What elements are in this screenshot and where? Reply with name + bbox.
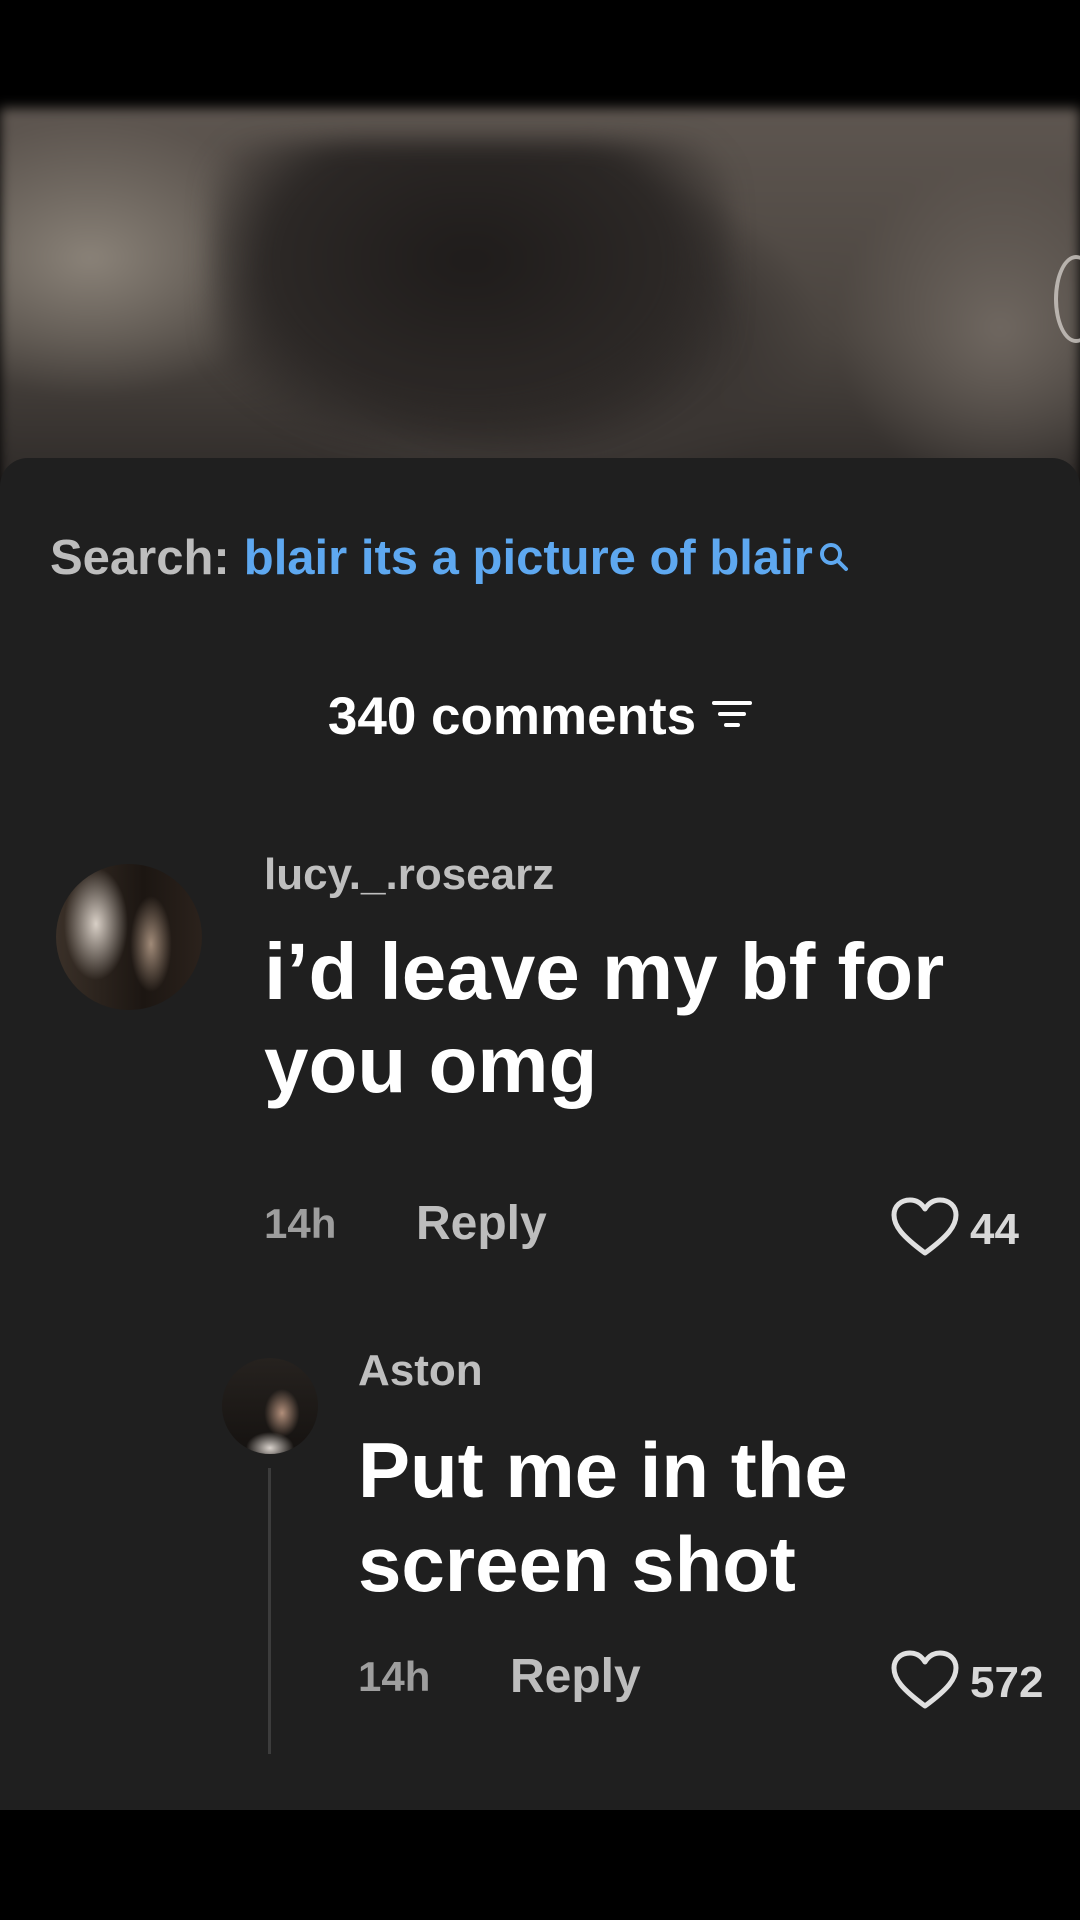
avatar[interactable]: [56, 864, 202, 1010]
comment-username[interactable]: lucy._.rosearz: [264, 850, 554, 900]
bottom-bar: [0, 1810, 1080, 1920]
thread-line: [268, 1468, 271, 1754]
search-suggestion[interactable]: Search: blair its a picture of blair: [50, 530, 851, 586]
heart-icon[interactable]: [890, 1649, 960, 1716]
comment-text-line: Put me in the: [358, 1426, 848, 1514]
comment-text-line: screen shot: [358, 1519, 796, 1608]
comments-header: 340 comments: [0, 686, 1080, 747]
comments-sheet: Search: blair its a picture of blair 340…: [0, 458, 1080, 1810]
comment-count: 340 comments: [327, 687, 697, 746]
like-count: 572: [970, 1657, 1044, 1707]
filter-icon[interactable]: [712, 698, 753, 735]
avatar[interactable]: [222, 1358, 318, 1454]
comment-time: 14h: [264, 1200, 337, 1247]
comment-text-line: you omg: [264, 1019, 598, 1109]
search-icon[interactable]: [817, 530, 851, 586]
comment-username[interactable]: Aston: [358, 1346, 483, 1396]
video-subject: [210, 140, 730, 440]
comment-time: 14h: [358, 1653, 431, 1700]
like-count: 44: [970, 1204, 1019, 1254]
heart-icon[interactable]: [890, 1196, 960, 1263]
like-button[interactable]: 44: [890, 1196, 1019, 1263]
reply-button[interactable]: Reply: [510, 1649, 641, 1704]
like-button[interactable]: 572: [890, 1649, 1043, 1716]
comment-text-line: i’d leave my bf for: [264, 927, 945, 1016]
search-label: Search:: [50, 531, 230, 585]
search-query[interactable]: blair its a picture of blair: [244, 530, 813, 586]
comment-text: Put me in the screen shot: [358, 1424, 848, 1611]
reply-button[interactable]: Reply: [416, 1196, 547, 1251]
comment-text: i’d leave my bf for you omg: [264, 926, 944, 1112]
